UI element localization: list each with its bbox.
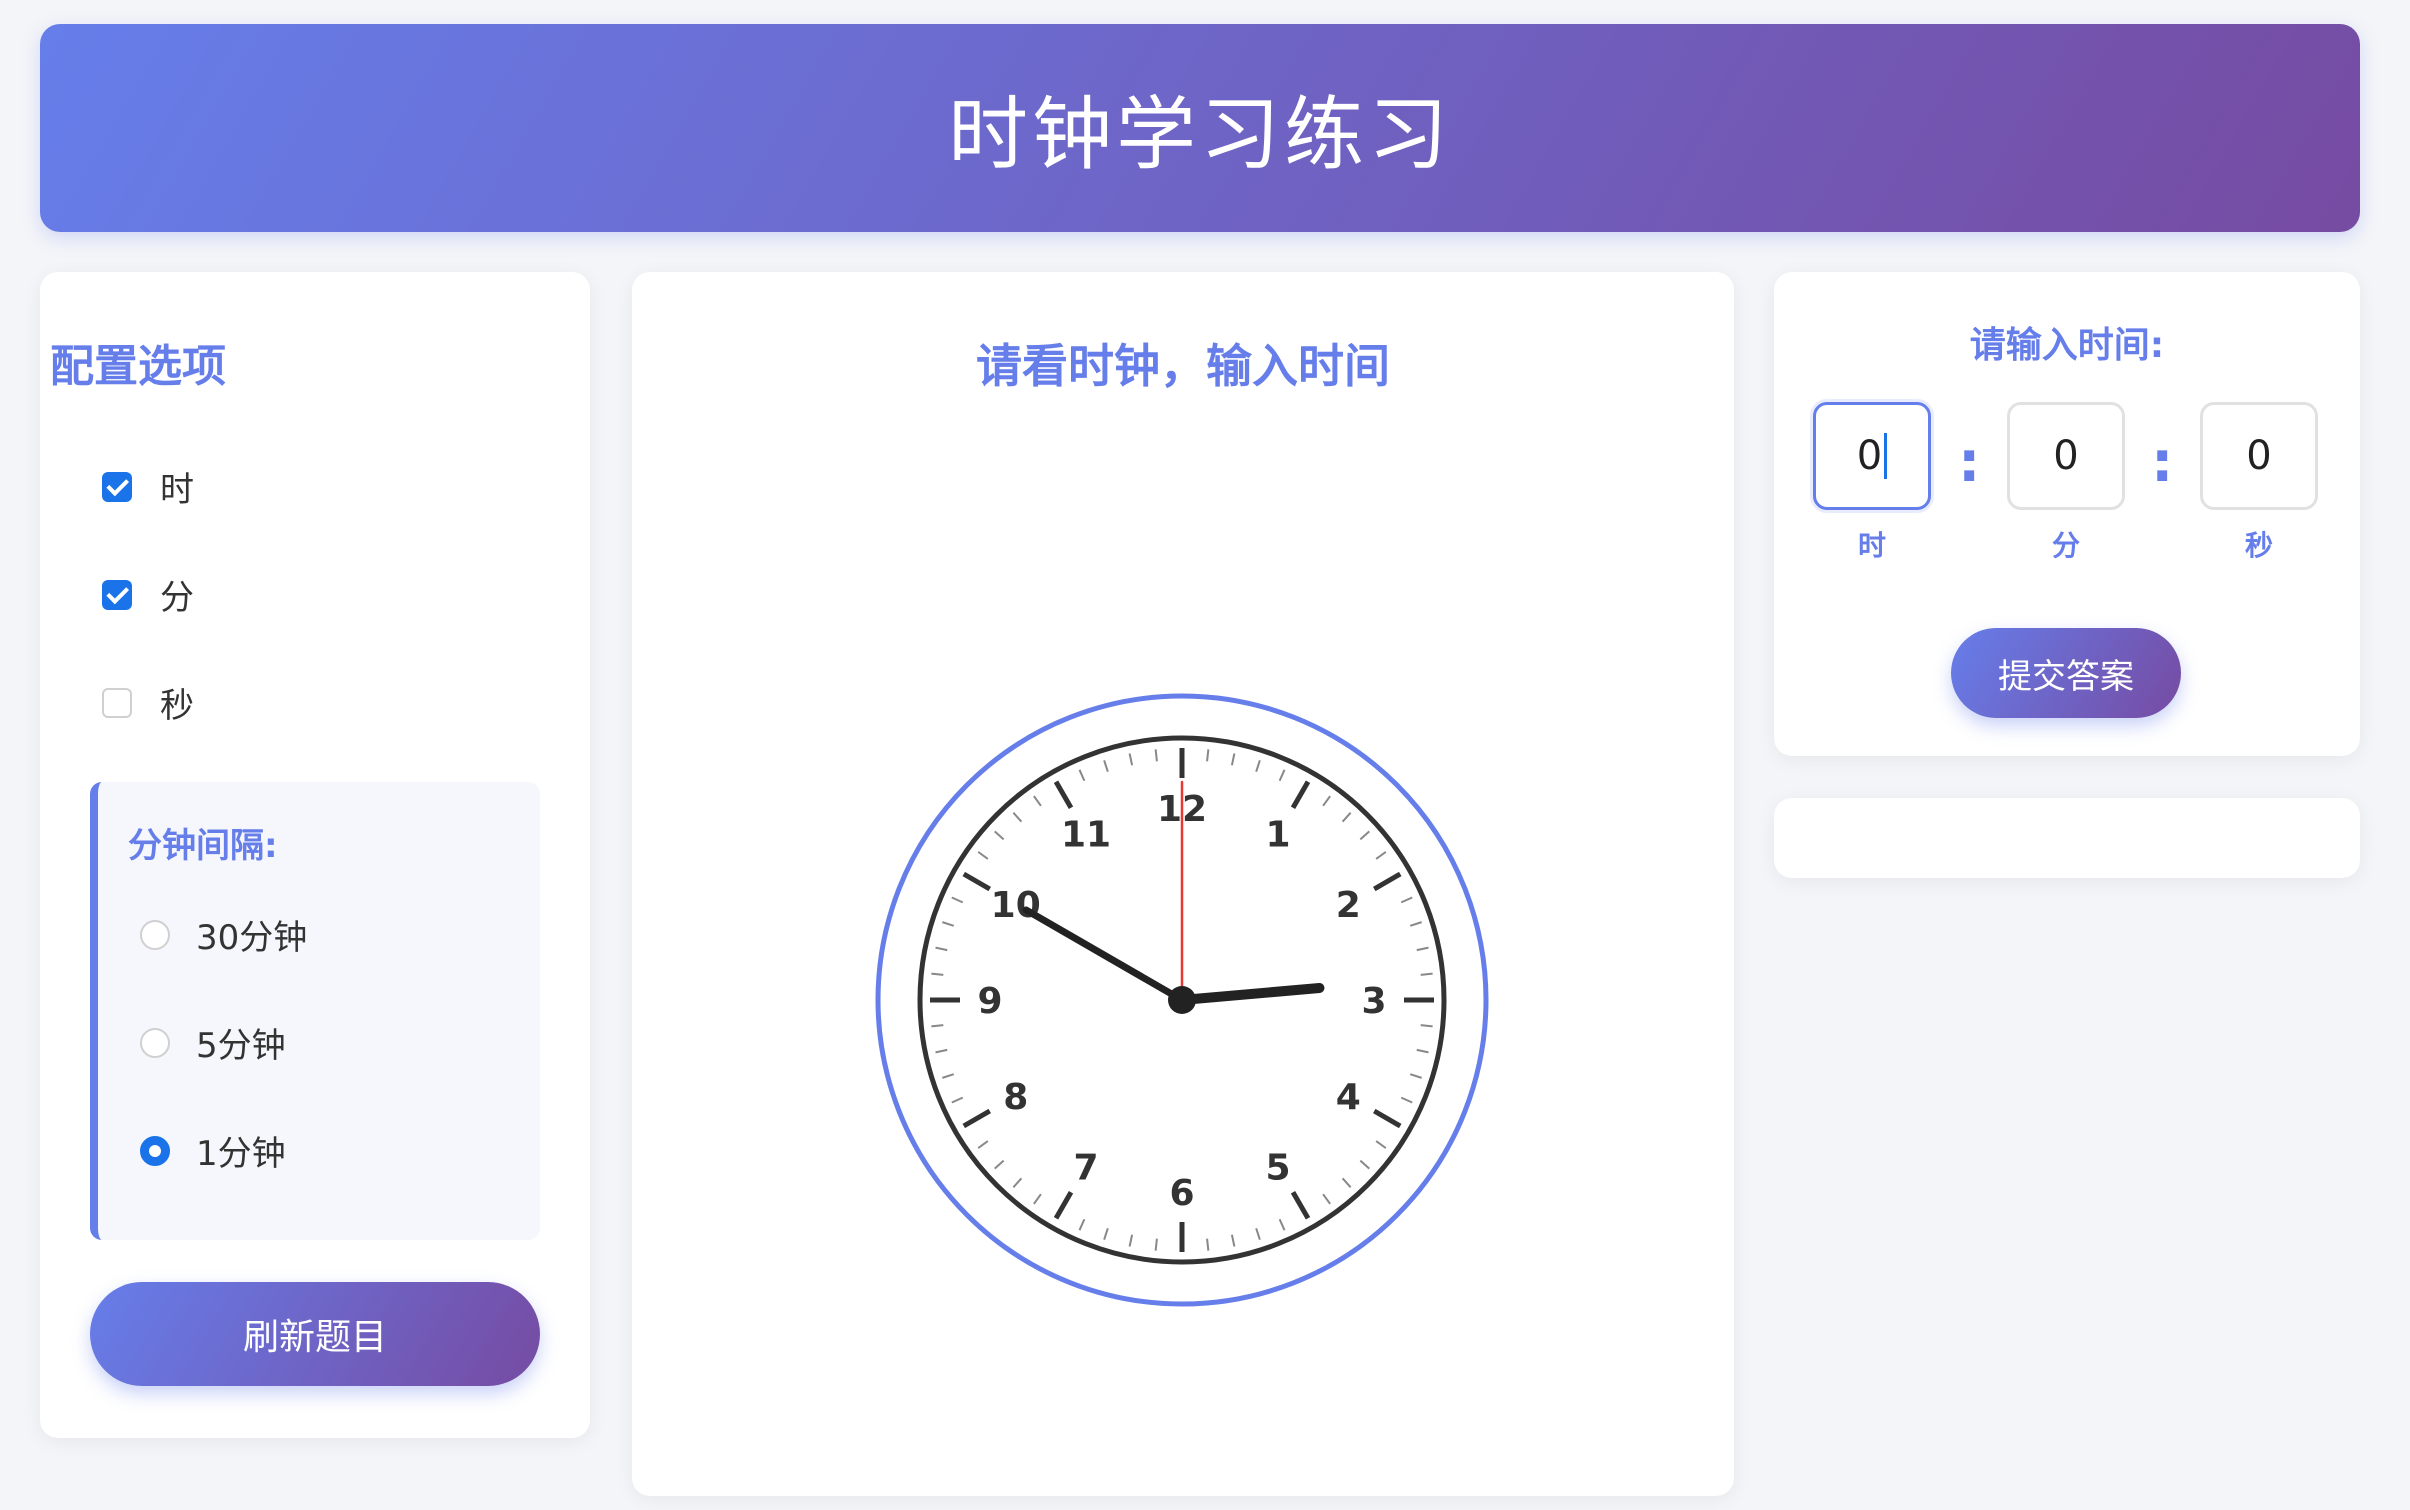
hour-unit-label: 时 <box>1857 529 1886 562</box>
clock-title: 请看时钟，输入时间 <box>976 339 1390 393</box>
second-unit-label: 秒 <box>2244 529 2273 562</box>
interval-5[interactable]: 5分钟 <box>140 1018 286 1067</box>
minute-interval-title: 分钟间隔: <box>128 826 278 866</box>
interval-5-radio[interactable] <box>140 1027 170 1058</box>
clock-number: 8 <box>1003 1077 1028 1118</box>
result-panel <box>1774 798 2360 878</box>
minute-checkbox[interactable] <box>102 579 132 610</box>
interval-30-radio[interactable] <box>140 919 170 950</box>
colon-separator: : <box>1958 430 1981 495</box>
answer-title: 请输入时间: <box>1969 325 2165 366</box>
clock-center-pin <box>1168 986 1196 1014</box>
minute-input-value: 0 <box>2053 433 2079 479</box>
minute-input[interactable]: 0 <box>2007 402 2125 510</box>
minute-tick <box>1154 749 1158 762</box>
page-title: 时钟学习练习 <box>948 88 1452 181</box>
clock-number: 7 <box>1073 1147 1098 1188</box>
minute-tick <box>1206 1238 1210 1251</box>
minute-tick <box>931 972 944 976</box>
interval-1-radio[interactable] <box>140 1135 170 1166</box>
option-hour-label: 时 <box>160 470 194 510</box>
submit-answer-button[interactable]: 提交答案 <box>1951 628 2181 718</box>
minute-tick <box>1420 1024 1433 1028</box>
clock-number: 6 <box>1169 1173 1194 1214</box>
clock-number: 1 <box>1265 815 1290 856</box>
page-header: 时钟学习练习 <box>40 24 2360 232</box>
second-input[interactable]: 0 <box>2200 402 2318 510</box>
refresh-button[interactable]: 刷新题目 <box>90 1282 540 1386</box>
interval-30[interactable]: 30分钟 <box>140 910 307 959</box>
minute-tick <box>1206 749 1210 762</box>
config-title: 配置选项 <box>50 341 226 392</box>
minute-tick <box>931 1024 944 1028</box>
text-cursor <box>1884 433 1888 479</box>
clock-number: 4 <box>1336 1077 1361 1118</box>
clock-number: 3 <box>1361 981 1386 1022</box>
clock-number: 5 <box>1265 1147 1290 1188</box>
interval-5-label: 5分钟 <box>196 1026 286 1066</box>
option-minute-label: 分 <box>160 578 194 618</box>
clock-number: 2 <box>1336 885 1361 926</box>
clock-number: 10 <box>991 885 1041 926</box>
option-hour[interactable]: 时 <box>102 462 194 511</box>
option-minute[interactable]: 分 <box>102 570 194 619</box>
analog-clock: 121234567891011 <box>875 693 1489 1307</box>
hour-input[interactable]: 0 <box>1813 402 1931 510</box>
colon-separator: : <box>2151 430 2174 495</box>
clock-number: 9 <box>977 981 1002 1022</box>
minute-unit-label: 分 <box>2051 529 2080 562</box>
minute-tick <box>1154 1238 1158 1251</box>
option-second[interactable]: 秒 <box>102 678 194 727</box>
interval-1-label: 1分钟 <box>196 1134 286 1174</box>
interval-1[interactable]: 1分钟 <box>140 1126 286 1175</box>
hour-input-value: 0 <box>1856 433 1883 479</box>
option-second-label: 秒 <box>160 686 194 726</box>
interval-30-label: 30分钟 <box>196 918 308 958</box>
minute-tick <box>1420 972 1433 976</box>
second-input-value: 0 <box>2246 433 2272 479</box>
hour-checkbox[interactable] <box>102 471 132 502</box>
second-checkbox[interactable] <box>102 687 132 718</box>
clock-number: 11 <box>1061 815 1111 856</box>
